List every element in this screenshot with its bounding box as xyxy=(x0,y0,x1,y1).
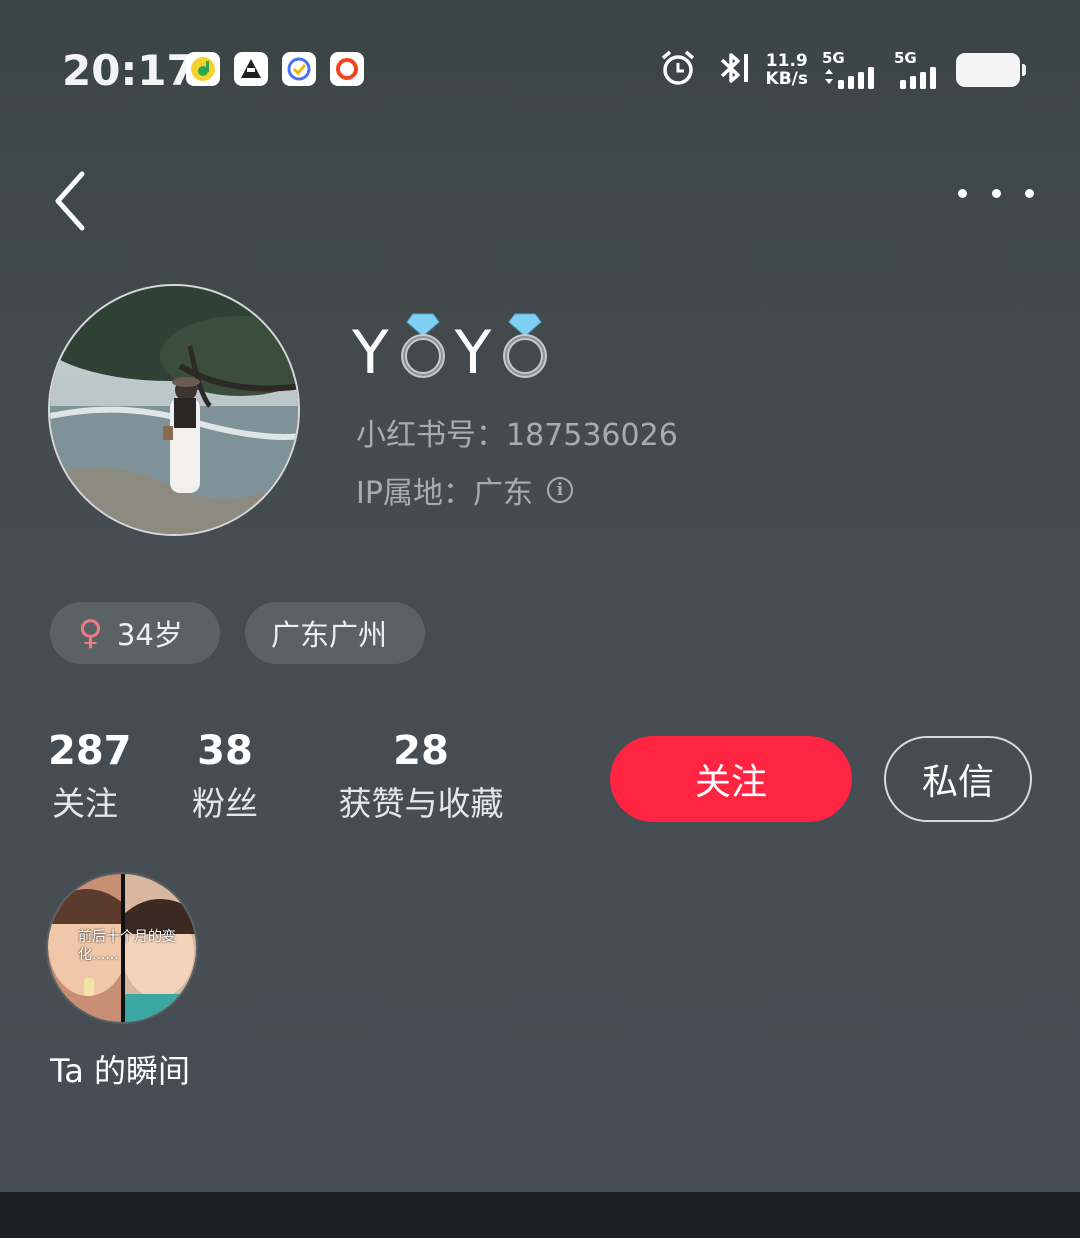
likes-collects-stat[interactable]: 28 获赞与收藏 xyxy=(326,728,516,826)
bluetooth-icon xyxy=(712,48,752,92)
alarm-icon xyxy=(658,48,698,92)
ring-icon xyxy=(497,312,553,395)
sim1-signal: 5G xyxy=(822,48,880,90)
info-icon[interactable]: i xyxy=(546,477,573,503)
fans-label: 粉丝 xyxy=(192,784,258,823)
moments-section-label: Ta 的瞬间 xyxy=(50,1052,191,1090)
bottom-bar xyxy=(0,1192,1080,1238)
age-gender-tag: ♀ 34岁 xyxy=(50,602,220,664)
sim2-label: 5G xyxy=(894,48,917,67)
chevron-left-icon xyxy=(55,171,85,231)
nickname-text: Y xyxy=(352,318,391,388)
female-icon: ♀ xyxy=(78,613,103,653)
avatar-photo xyxy=(50,286,298,534)
profile-avatar[interactable] xyxy=(48,284,300,536)
net-speed-value: 11.9 xyxy=(765,51,808,71)
fans-stat[interactable]: 38 粉丝 xyxy=(186,728,264,826)
moment-thumbnail[interactable]: 前后十个月的变化...... xyxy=(46,872,198,1024)
ticktick-icon xyxy=(282,52,316,86)
following-stat[interactable]: 287 关注 xyxy=(48,728,132,826)
following-label: 关注 xyxy=(52,784,118,823)
following-count: 287 xyxy=(48,728,132,774)
nickname-text: Y xyxy=(454,318,494,388)
ip-location: IP属地：广东 xyxy=(356,476,533,511)
back-button[interactable] xyxy=(48,168,98,234)
message-button[interactable]: 私信 xyxy=(884,736,1032,822)
status-time: 20:17 xyxy=(62,46,196,95)
signal-icon xyxy=(900,66,936,89)
more-options-button[interactable] xyxy=(958,178,1034,208)
battery-icon xyxy=(956,53,1026,87)
system-icons: 11.9 KB/s 5G 5G xyxy=(658,48,1026,92)
moment-caption: 前后十个月的变化...... xyxy=(78,929,176,963)
app-icon xyxy=(234,52,268,86)
ring-icon xyxy=(395,312,451,395)
sim2-signal: 5G xyxy=(894,48,942,90)
more-dots-icon xyxy=(958,188,967,198)
location-tag: 广东广州 xyxy=(245,602,425,664)
age-label: 34岁 xyxy=(116,618,183,652)
notification-icons xyxy=(186,52,364,86)
ip-location-row: IP属地：广东 i xyxy=(356,468,573,512)
red-id: 小红书号：187536026 xyxy=(356,418,678,453)
profile-nickname: Y Y xyxy=(352,313,557,388)
likes-collects-count: 28 xyxy=(393,728,449,774)
network-speed: 11.9 KB/s xyxy=(766,52,808,88)
likes-collects-label: 获赞与收藏 xyxy=(338,784,504,823)
more-dots-icon xyxy=(991,188,1001,198)
qq-music-icon xyxy=(186,52,220,86)
signal-icon xyxy=(825,66,874,89)
net-speed-unit: KB/s xyxy=(765,69,808,89)
more-dots-icon xyxy=(1025,188,1034,198)
location-label: 广东广州 xyxy=(271,618,388,652)
record-icon xyxy=(330,52,364,86)
fans-count: 38 xyxy=(197,728,253,774)
sim1-label: 5G xyxy=(822,48,845,67)
status-bar: 20:17 11.9 KB/s 5G 5G xyxy=(0,0,1080,140)
follow-button[interactable]: 关注 xyxy=(610,736,852,822)
